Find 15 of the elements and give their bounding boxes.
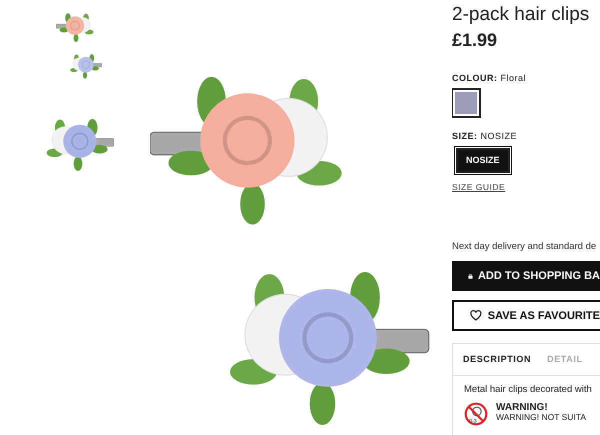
save-favourite-button[interactable]: SAVE AS FAVOURITE [452,300,600,332]
size-label: SIZE: NOSIZE [452,130,518,144]
size-guide-link[interactable]: SIZE GUIDE [452,181,506,194]
warning-title: WARNING! [496,402,549,413]
product-title: 2-pack hair clips [452,4,590,27]
product-price: £1.99 [452,28,498,52]
colour-swatch[interactable] [453,90,479,116]
tab[interactable]: DESCRIPTION [463,353,532,367]
size-option[interactable]: NOSIZE [456,148,510,174]
delivery-text: Next day delivery and standard de [452,240,598,254]
warning-text: WARNING! NOT SUITA [496,412,586,422]
heart-icon [470,310,482,322]
add-to-bag-button[interactable]: ADD TO SHOPPING BA [452,261,600,292]
description-text: Metal hair clips decorated with [464,383,593,398]
colour-label: COLOUR: Floral [452,72,528,85]
